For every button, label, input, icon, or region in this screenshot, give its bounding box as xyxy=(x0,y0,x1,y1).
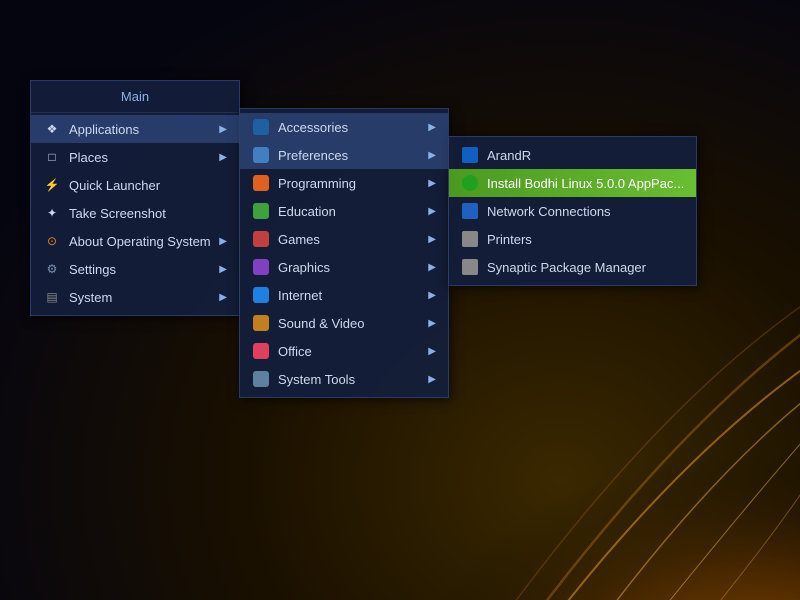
education-arrow: ▶ xyxy=(428,206,436,217)
menu-item-preferences[interactable]: Preferences ▶ xyxy=(240,141,448,169)
about-os-label: About Operating System xyxy=(69,234,211,249)
settings-label: Settings xyxy=(69,262,116,277)
install-bodhi-label: Install Bodhi Linux 5.0.0 AppPac... xyxy=(487,176,684,191)
games-icon xyxy=(252,230,270,248)
menu-item-office[interactable]: Office ▶ xyxy=(240,337,448,365)
menu-item-games[interactable]: Games ▶ xyxy=(240,225,448,253)
about-os-icon: ⊙ xyxy=(43,232,61,250)
menu-item-applications[interactable]: ❖ Applications ▶ xyxy=(31,115,239,143)
games-label: Games xyxy=(278,232,320,247)
menu-item-network-connections[interactable]: Network Connections xyxy=(449,197,696,225)
about-os-arrow: ▶ xyxy=(219,236,227,247)
programming-icon xyxy=(252,174,270,192)
graphics-icon xyxy=(252,258,270,276)
menu-item-install-bodhi[interactable]: Install Bodhi Linux 5.0.0 AppPac... xyxy=(449,169,696,197)
bodhi-icon xyxy=(461,174,479,192)
synaptic-icon xyxy=(461,258,479,276)
preferences-arrow: ▶ xyxy=(428,150,436,161)
main-menu-title: Main xyxy=(31,85,239,110)
main-menu-divider xyxy=(31,112,239,113)
internet-icon xyxy=(252,286,270,304)
applications-label: Applications xyxy=(69,122,139,137)
sound-video-icon xyxy=(252,314,270,332)
menu-item-take-screenshot[interactable]: ✦ Take Screenshot xyxy=(31,199,239,227)
accessories-icon xyxy=(252,118,270,136)
menu-item-printers[interactable]: Printers xyxy=(449,225,696,253)
menu-item-programming[interactable]: Programming ▶ xyxy=(240,169,448,197)
applications-icon: ❖ xyxy=(43,120,61,138)
system-tools-icon xyxy=(252,370,270,388)
office-label: Office xyxy=(278,344,312,359)
settings-icon: ⚙ xyxy=(43,260,61,278)
sound-video-label: Sound & Video xyxy=(278,316,365,331)
menus-container: Main ❖ Applications ▶ □ Places ▶ ⚡ Quick… xyxy=(30,80,697,398)
menu-item-accessories[interactable]: Accessories ▶ xyxy=(240,113,448,141)
menu-item-education[interactable]: Education ▶ xyxy=(240,197,448,225)
graphics-arrow: ▶ xyxy=(428,262,436,273)
sound-video-arrow: ▶ xyxy=(428,318,436,329)
internet-arrow: ▶ xyxy=(428,290,436,301)
network-connections-label: Network Connections xyxy=(487,204,611,219)
preferences-submenu: ArandR Install Bodhi Linux 5.0.0 AppPac.… xyxy=(448,136,697,286)
printers-icon xyxy=(461,230,479,248)
screenshot-icon: ✦ xyxy=(43,204,61,222)
system-tools-label: System Tools xyxy=(278,372,355,387)
system-arrow: ▶ xyxy=(219,292,227,303)
menu-item-system[interactable]: ▤ System ▶ xyxy=(31,283,239,311)
places-icon: □ xyxy=(43,148,61,166)
menu-item-places[interactable]: □ Places ▶ xyxy=(31,143,239,171)
menu-item-system-tools[interactable]: System Tools ▶ xyxy=(240,365,448,393)
education-icon xyxy=(252,202,270,220)
system-icon: ▤ xyxy=(43,288,61,306)
preferences-icon xyxy=(252,146,270,164)
places-arrow: ▶ xyxy=(219,152,227,163)
accessories-arrow: ▶ xyxy=(428,122,436,133)
printers-label: Printers xyxy=(487,232,532,247)
quick-launcher-label: Quick Launcher xyxy=(69,178,160,193)
office-arrow: ▶ xyxy=(428,346,436,357)
places-label: Places xyxy=(69,150,108,165)
main-menu: Main ❖ Applications ▶ □ Places ▶ ⚡ Quick… xyxy=(30,80,240,316)
games-arrow: ▶ xyxy=(428,234,436,245)
quick-launcher-icon: ⚡ xyxy=(43,176,61,194)
categories-menu: Accessories ▶ Preferences ▶ Programming … xyxy=(239,108,449,398)
menu-item-arandr[interactable]: ArandR xyxy=(449,141,696,169)
office-icon xyxy=(252,342,270,360)
programming-arrow: ▶ xyxy=(428,178,436,189)
screenshot-label: Take Screenshot xyxy=(69,206,166,221)
programming-label: Programming xyxy=(278,176,356,191)
synaptic-label: Synaptic Package Manager xyxy=(487,260,646,275)
system-label: System xyxy=(69,290,112,305)
preferences-label: Preferences xyxy=(278,148,348,163)
internet-label: Internet xyxy=(278,288,322,303)
arandr-label: ArandR xyxy=(487,148,531,163)
menu-item-internet[interactable]: Internet ▶ xyxy=(240,281,448,309)
applications-arrow: ▶ xyxy=(219,124,227,135)
menu-item-synaptic[interactable]: Synaptic Package Manager xyxy=(449,253,696,281)
menu-item-sound-video[interactable]: Sound & Video ▶ xyxy=(240,309,448,337)
menu-item-graphics[interactable]: Graphics ▶ xyxy=(240,253,448,281)
network-connections-icon xyxy=(461,202,479,220)
graphics-label: Graphics xyxy=(278,260,330,275)
education-label: Education xyxy=(278,204,336,219)
settings-arrow: ▶ xyxy=(219,264,227,275)
menu-item-quick-launcher[interactable]: ⚡ Quick Launcher xyxy=(31,171,239,199)
menu-item-about-os[interactable]: ⊙ About Operating System ▶ xyxy=(31,227,239,255)
menu-item-settings[interactable]: ⚙ Settings ▶ xyxy=(31,255,239,283)
accessories-label: Accessories xyxy=(278,120,348,135)
system-tools-arrow: ▶ xyxy=(428,374,436,385)
arandr-icon xyxy=(461,146,479,164)
